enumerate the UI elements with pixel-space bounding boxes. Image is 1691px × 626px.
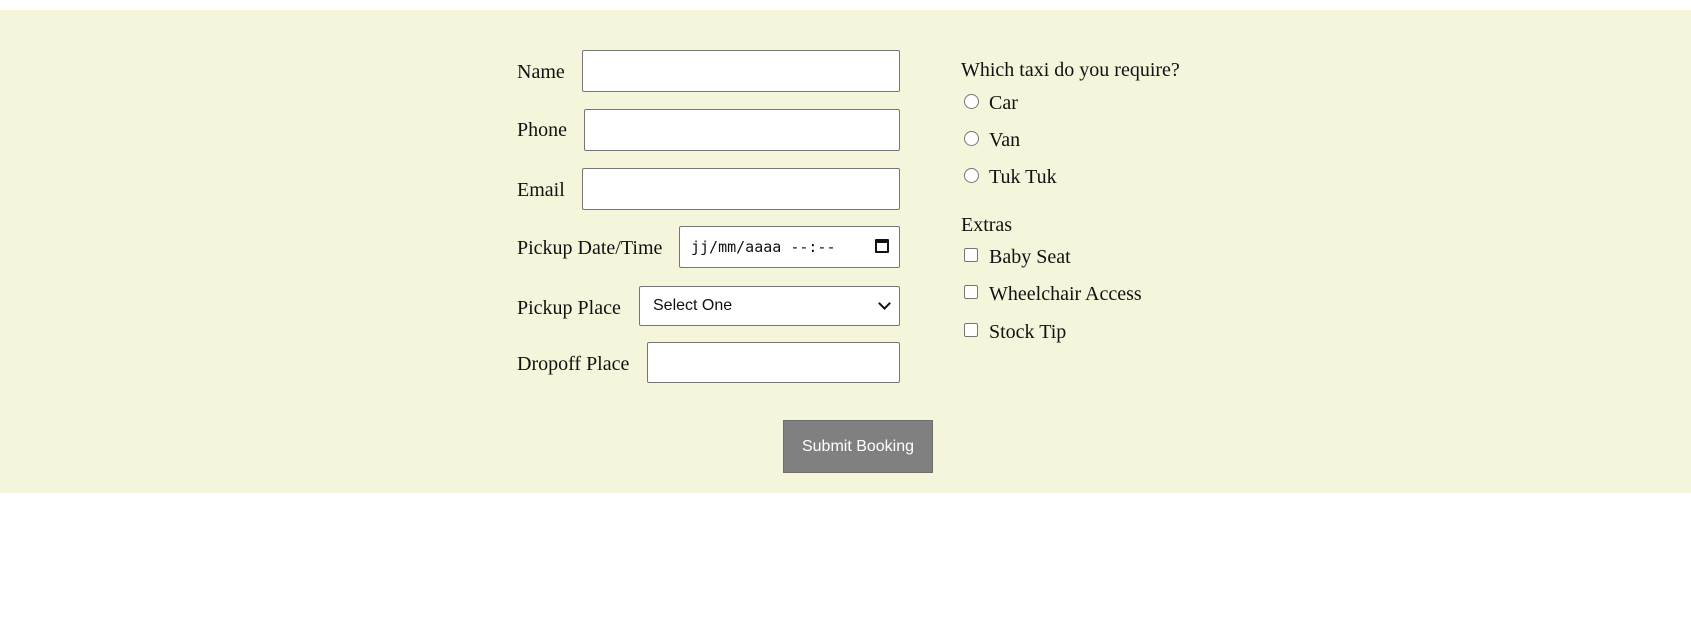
checkbox-stock-tip[interactable] — [964, 323, 978, 337]
pickup-datetime-placeholder: jj/mm/aaaa --:-- — [691, 238, 836, 256]
dropoff-place-input[interactable] — [647, 342, 900, 383]
radio-tuk-tuk[interactable] — [964, 168, 979, 183]
extras-title: Extras — [961, 214, 1013, 236]
taxi-option-label: Tuk Tuk — [989, 166, 1057, 188]
pickup-datetime-input[interactable]: jj/mm/aaaa --:-- — [679, 226, 900, 268]
extra-option-label: Baby Seat — [989, 246, 1071, 268]
name-input[interactable] — [582, 50, 900, 92]
email-label: Email — [517, 179, 565, 201]
dropoff-place-row: Dropoff Place — [517, 342, 900, 384]
dropoff-place-label: Dropoff Place — [517, 353, 630, 375]
calendar-icon[interactable] — [875, 239, 889, 253]
extra-option-label: Stock Tip — [989, 321, 1067, 343]
pickup-datetime-row: Pickup Date/Time jj/mm/aaaa --:-- — [517, 226, 900, 268]
booking-panel: Name Phone Email Pickup Date/Time jj/mm/… — [0, 10, 1691, 493]
phone-input[interactable] — [584, 109, 900, 151]
checkbox-wheelchair-access[interactable] — [964, 285, 978, 299]
submit-booking-button[interactable]: Submit Booking — [783, 420, 933, 473]
radio-van[interactable] — [964, 131, 979, 146]
pickup-place-row: Pickup Place Select One — [517, 286, 900, 328]
taxi-question: Which taxi do you require? — [961, 59, 1180, 81]
email-input[interactable] — [582, 168, 900, 210]
taxi-option-label: Van — [989, 129, 1021, 151]
name-row: Name — [517, 50, 900, 92]
checkbox-baby-seat[interactable] — [964, 248, 978, 262]
email-row: Email — [517, 168, 900, 210]
pickup-place-select[interactable]: Select One — [639, 286, 900, 326]
phone-row: Phone — [517, 109, 900, 151]
pickup-place-selected-value: Select One — [653, 297, 733, 314]
pickup-place-label: Pickup Place — [517, 297, 621, 319]
radio-car[interactable] — [964, 94, 979, 109]
pickup-datetime-label: Pickup Date/Time — [517, 237, 663, 259]
extra-option-label: Wheelchair Access — [989, 283, 1142, 305]
name-label: Name — [517, 61, 565, 83]
taxi-option-label: Car — [989, 92, 1018, 114]
chevron-down-icon — [878, 297, 891, 310]
phone-label: Phone — [517, 119, 567, 141]
